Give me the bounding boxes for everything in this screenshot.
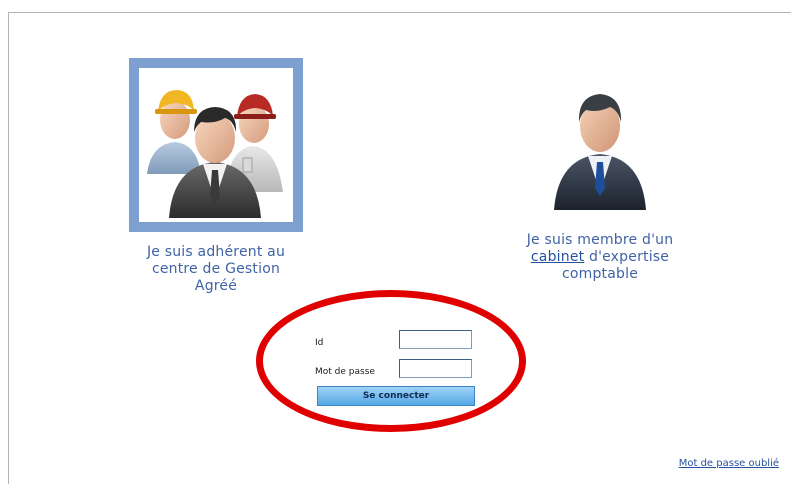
id-label: Id xyxy=(315,338,324,348)
membre-icon-wrapper xyxy=(540,80,660,212)
group-people-icon xyxy=(147,90,283,218)
adherent-label-line: Je suis adhérent au xyxy=(146,244,286,260)
adherent-label-line: Agréé xyxy=(194,278,238,294)
adherent-label: Je suis adhérent au centre de Gestion Ag… xyxy=(118,244,314,295)
password-label: Mot de passe xyxy=(315,367,375,377)
password-input[interactable] xyxy=(399,359,472,378)
choice-adherent[interactable]: Je suis adhérent au centre de Gestion Ag… xyxy=(118,58,314,295)
forgot-password-link[interactable]: Mot de passe oublié xyxy=(679,458,779,469)
membre-label-line: cabinet d'expertise xyxy=(480,249,720,266)
adherent-label-line: centre de Gestion xyxy=(151,261,281,277)
password-row: Mot de passe xyxy=(313,359,483,385)
membre-label-line: Je suis membre d'un xyxy=(526,232,674,248)
id-row: Id xyxy=(313,330,483,356)
membre-label-rest: d'expertise xyxy=(584,249,670,265)
login-form: Id Mot de passe Se connecter xyxy=(313,330,483,406)
adherent-selection-frame xyxy=(129,58,303,232)
businessman-icon xyxy=(554,94,646,210)
cabinet-link[interactable]: cabinet xyxy=(531,249,584,265)
membre-label: Je suis membre d'un cabinet d'expertise … xyxy=(480,232,720,283)
login-button[interactable]: Se connecter xyxy=(317,386,475,406)
id-input[interactable] xyxy=(399,330,472,349)
membre-label-line: comptable xyxy=(561,266,639,282)
choice-membre[interactable]: Je suis membre d'un cabinet d'expertise … xyxy=(480,80,720,283)
